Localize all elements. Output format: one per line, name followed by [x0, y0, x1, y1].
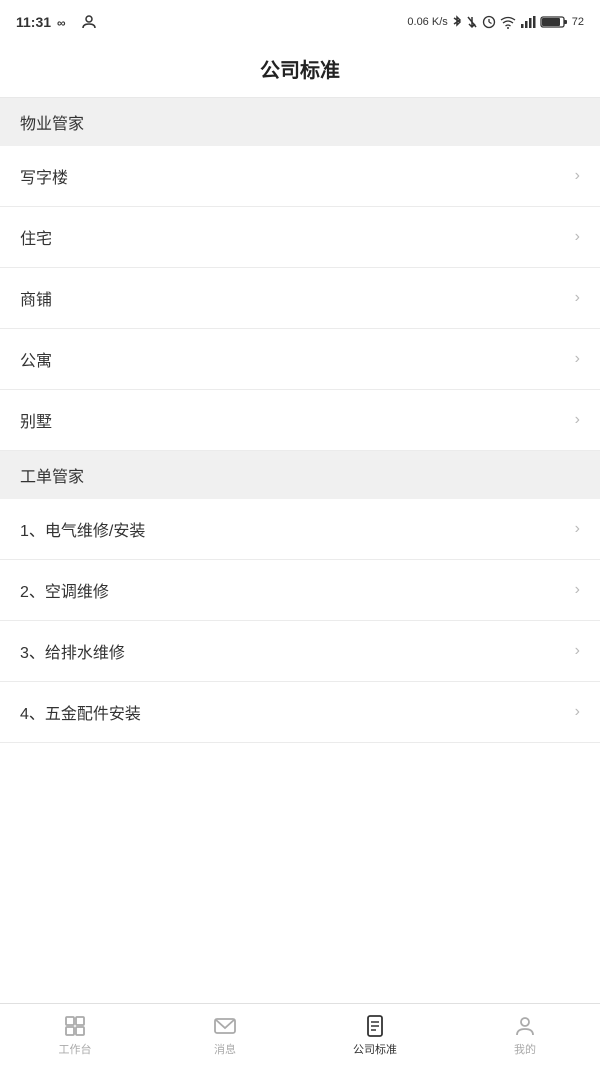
list-item-aircon[interactable]: 2、空调维修 › [0, 560, 600, 621]
item-label-apartment: 公寓 [20, 347, 52, 371]
signal-icon [520, 15, 536, 29]
item-label-aircon: 2、空调维修 [20, 578, 109, 602]
chevron-right-icon: › [575, 581, 580, 599]
status-time: 11:31 ∞ [16, 14, 97, 30]
chevron-right-icon: › [575, 289, 580, 307]
bluetooth-icon [452, 15, 462, 29]
status-bar: 11:31 ∞ 0.06 K/s [0, 0, 600, 44]
item-label-office: 写字楼 [20, 164, 68, 188]
chevron-right-icon: › [575, 642, 580, 660]
chevron-right-icon: › [575, 411, 580, 429]
person-icon-tab [513, 1014, 537, 1038]
chevron-right-icon: › [575, 167, 580, 185]
battery-label: 72 [572, 16, 584, 28]
person-icon-status [81, 15, 97, 29]
main-content: 物业管家 写字楼 › 住宅 › 商铺 › 公寓 › 别墅 › 工单管家 1、电气… [0, 98, 600, 743]
page-header: 公司标准 [0, 44, 600, 98]
doc-icon [363, 1014, 387, 1038]
tab-workbench[interactable]: 工作台 [0, 1004, 150, 1067]
item-label-shop: 商铺 [20, 286, 52, 310]
list-item-hardware[interactable]: 4、五金配件安装 › [0, 682, 600, 743]
tab-profile[interactable]: 我的 [450, 1004, 600, 1067]
chevron-right-icon: › [575, 520, 580, 538]
section-header-0: 物业管家 [0, 98, 600, 146]
time-label: 11:31 [16, 14, 51, 30]
mute-icon [466, 15, 478, 29]
tab-messages[interactable]: 消息 [150, 1004, 300, 1067]
chevron-right-icon: › [575, 350, 580, 368]
section-header-1: 工单管家 [0, 451, 600, 499]
tab-standards[interactable]: 公司标准 [300, 1004, 450, 1067]
list-item-villa[interactable]: 别墅 › [0, 390, 600, 451]
list-item-apartment[interactable]: 公寓 › [0, 329, 600, 390]
clock-icon [482, 15, 496, 29]
status-icons: 0.06 K/s [407, 15, 584, 29]
list-item-shop[interactable]: 商铺 › [0, 268, 600, 329]
list-item-office[interactable]: 写字楼 › [0, 146, 600, 207]
battery-icon [540, 15, 568, 29]
svg-text:∞: ∞ [57, 16, 66, 28]
speed-label: 0.06 K/s [407, 16, 447, 28]
chevron-right-icon: › [575, 703, 580, 721]
item-label-villa: 别墅 [20, 408, 52, 432]
item-label-electrical: 1、电气维修/安装 [20, 517, 145, 541]
wifi-icon [500, 15, 516, 29]
mail-icon [213, 1014, 237, 1038]
tab-label-profile: 我的 [514, 1041, 536, 1057]
tab-label-workbench: 工作台 [59, 1041, 92, 1057]
section-label-1: 工单管家 [20, 469, 84, 486]
item-label-plumbing: 3、给排水维修 [20, 639, 125, 663]
tab-bar: 工作台 消息 公司标准 我的 [0, 1003, 600, 1067]
chevron-right-icon: › [575, 228, 580, 246]
page-title: 公司标准 [260, 60, 340, 82]
item-label-hardware: 4、五金配件安装 [20, 700, 141, 724]
list-item-residential[interactable]: 住宅 › [0, 207, 600, 268]
tab-label-messages: 消息 [214, 1041, 236, 1057]
tab-label-standards: 公司标准 [353, 1041, 397, 1057]
section-label-0: 物业管家 [20, 116, 84, 133]
item-label-residential: 住宅 [20, 225, 52, 249]
list-item-electrical[interactable]: 1、电气维修/安装 › [0, 499, 600, 560]
list-item-plumbing[interactable]: 3、给排水维修 › [0, 621, 600, 682]
infinite-icon: ∞ [57, 16, 75, 28]
grid-icon [63, 1014, 87, 1038]
